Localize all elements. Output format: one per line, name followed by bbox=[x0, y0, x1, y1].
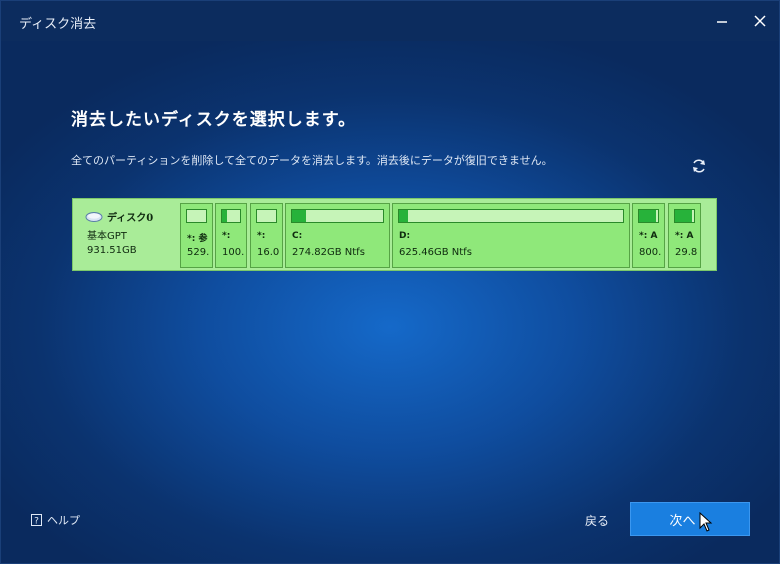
partition-size: 274.82GB Ntfs bbox=[292, 247, 365, 258]
partition-d[interactable]: D: 625.46GB Ntfs bbox=[392, 203, 630, 268]
partition-usage-bar bbox=[398, 209, 624, 223]
partition-usage-bar bbox=[221, 209, 241, 223]
minimize-icon bbox=[717, 21, 727, 23]
partition-size: 800. bbox=[639, 247, 662, 258]
partition-usage-bar bbox=[674, 209, 695, 223]
help-label: ヘルプ bbox=[47, 514, 80, 527]
partition-size: 625.46GB Ntfs bbox=[399, 247, 472, 258]
page-title: 消去したいディスクを選択します。 bbox=[71, 110, 357, 130]
refresh-icon bbox=[693, 159, 705, 173]
next-button[interactable]: 次へ > bbox=[630, 502, 750, 536]
partition-size: 29.8 bbox=[675, 247, 698, 258]
svg-text:?: ? bbox=[34, 517, 39, 527]
partition-usage-bar bbox=[291, 209, 384, 223]
partition-size: 529. bbox=[187, 247, 210, 258]
partition-label: *: A bbox=[675, 231, 694, 241]
title-bar: ディスク消去 bbox=[1, 1, 779, 41]
partition-1[interactable]: *: 参 529. bbox=[180, 203, 213, 268]
back-button[interactable]: 戻る bbox=[577, 509, 617, 531]
partition-label: D: bbox=[399, 231, 411, 241]
mouse-cursor-icon bbox=[699, 512, 713, 532]
disk-wipe-window: ディスク消去 消去したいディスクを選択します。 全てのパーティションを削除して全… bbox=[0, 0, 780, 564]
partition-c[interactable]: C: 274.82GB Ntfs bbox=[285, 203, 390, 268]
disk-size: 931.51GB bbox=[87, 245, 137, 256]
partition-2[interactable]: *: 100. bbox=[215, 203, 247, 268]
partition-7[interactable]: *: A 29.8 bbox=[668, 203, 701, 268]
close-button[interactable] bbox=[747, 9, 773, 33]
partition-usage-bar bbox=[638, 209, 659, 223]
disk-row[interactable]: ディスク0 基本GPT 931.51GB *: 参 529. *: 100. *… bbox=[72, 198, 717, 271]
refresh-button[interactable] bbox=[690, 157, 708, 175]
partition-label: *: A bbox=[639, 231, 658, 241]
partition-3[interactable]: *: 16.0 bbox=[250, 203, 283, 268]
partition-size: 100. bbox=[222, 247, 245, 258]
help-icon: ? bbox=[31, 514, 42, 526]
minimize-button[interactable] bbox=[709, 9, 735, 33]
close-icon bbox=[754, 15, 766, 27]
partition-label: *: 参 bbox=[187, 234, 208, 244]
disk-icon bbox=[85, 211, 103, 222]
partition-usage-bar bbox=[256, 209, 277, 223]
partition-size: 16.0 bbox=[257, 247, 280, 258]
help-link[interactable]: ? ヘルプ bbox=[31, 512, 80, 528]
page-description: 全てのパーティションを削除して全てのデータを消去します。消去後にデータが復旧でき… bbox=[71, 154, 553, 167]
disk-type: 基本GPT bbox=[87, 231, 127, 242]
partition-label: *: bbox=[257, 231, 266, 241]
disk-info: ディスク0 基本GPT 931.51GB bbox=[73, 199, 179, 270]
partition-6[interactable]: *: A 800. bbox=[632, 203, 665, 268]
partition-label: C: bbox=[292, 231, 303, 241]
partition-label: *: bbox=[222, 231, 231, 241]
partition-usage-bar bbox=[186, 209, 207, 223]
window-title: ディスク消去 bbox=[19, 17, 97, 32]
disk-name: ディスク0 bbox=[107, 213, 154, 224]
